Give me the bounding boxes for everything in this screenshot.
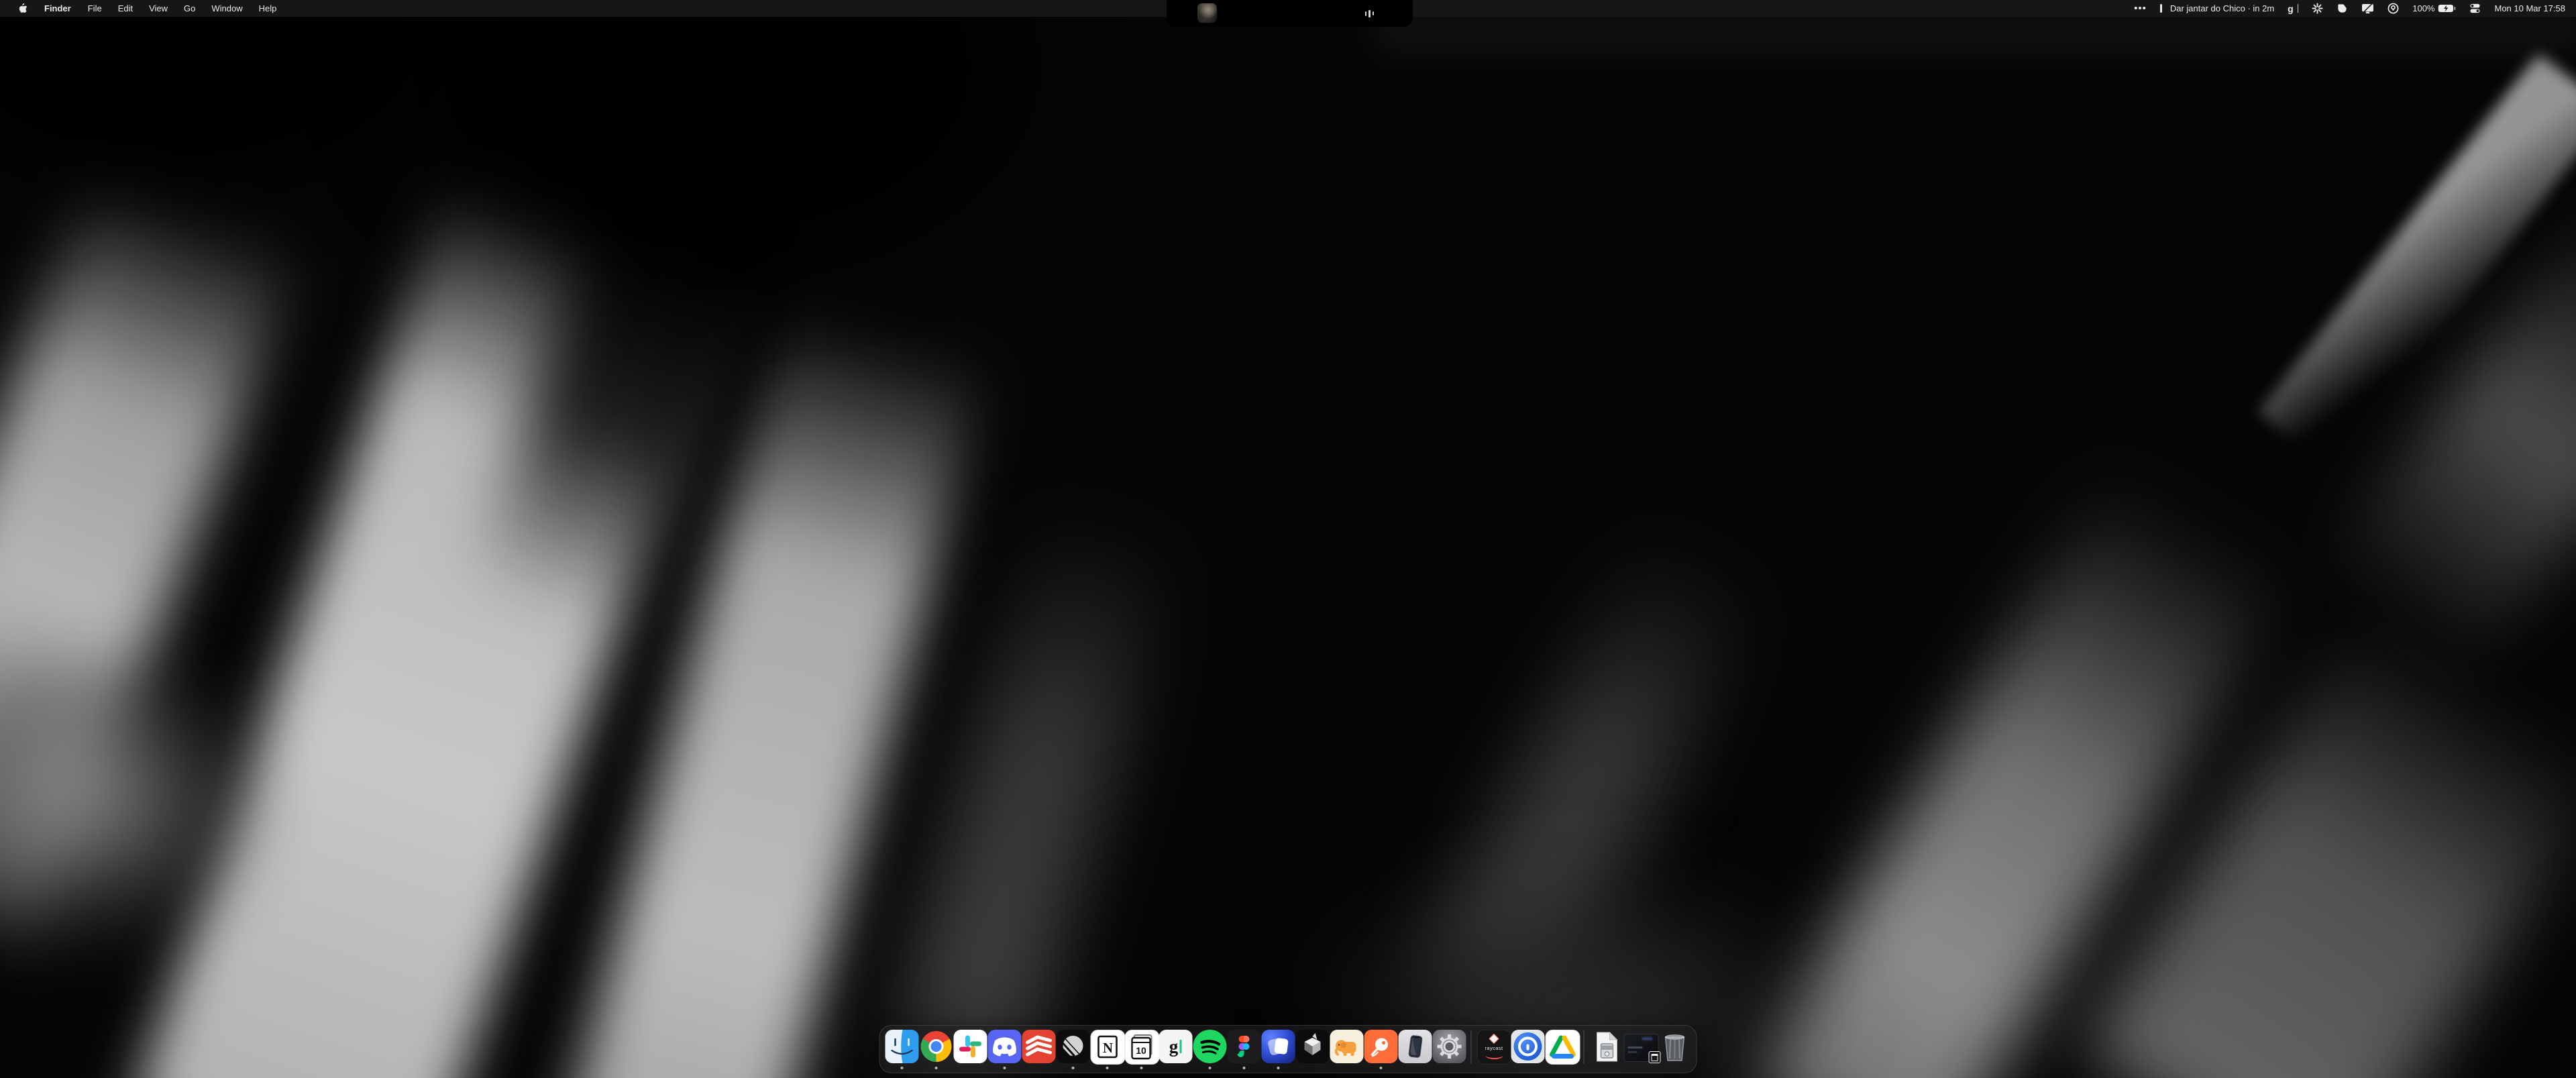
dock-item-1password[interactable] (1511, 1030, 1545, 1069)
reminder-status[interactable]: Dar jantar do Chico · in 2m (2153, 0, 2281, 17)
menu-view[interactable]: View (141, 0, 176, 17)
notion-icon: N (1090, 1030, 1124, 1063)
spotify-icon (1193, 1030, 1226, 1063)
menu-bar-left: Finder File Edit View Go Window Help (0, 0, 284, 17)
dock-item-postman[interactable] (1364, 1030, 1398, 1069)
dock-item-notion-calendar[interactable]: 10 (1124, 1030, 1159, 1069)
menu-bar-status-area: ••• Dar jantar do Chico · in 2m g (2127, 0, 2576, 17)
running-indicator-dot (1242, 1067, 1245, 1069)
dock-item-spotify[interactable] (1193, 1030, 1227, 1069)
running-indicator-dot (1277, 1067, 1279, 1069)
trash-icon (1658, 1030, 1691, 1063)
dock-separator (1471, 1030, 1472, 1064)
dock-item-chrome[interactable] (919, 1030, 953, 1069)
spline-icon (1295, 1030, 1329, 1063)
dock-separator (1584, 1030, 1585, 1064)
google-drive-icon (1545, 1030, 1578, 1063)
asterisk-icon[interactable] (2305, 0, 2330, 17)
album-art-thumbnail (1197, 3, 1217, 23)
battery-percent: 100% (2412, 3, 2434, 13)
wallpaper-blob (0, 664, 275, 959)
dock-item-grammarly[interactable]: g (1159, 1030, 1193, 1069)
menu-window[interactable]: Window (203, 0, 250, 17)
apple-icon[interactable] (9, 0, 36, 17)
notion-calendar-icon: 10 (1124, 1030, 1158, 1063)
dock: N 10 g (879, 1025, 1697, 1073)
dock-item-trash[interactable] (1658, 1030, 1692, 1069)
menu-help[interactable]: Help (251, 0, 285, 17)
minimized-window-icon (1623, 1030, 1657, 1063)
dock-item-elephas[interactable] (1330, 1030, 1364, 1069)
running-indicator-dot (1071, 1067, 1074, 1069)
svg-text:N: N (1102, 1040, 1112, 1056)
linear-icon (1056, 1030, 1089, 1063)
figma-icon (1227, 1030, 1260, 1063)
notch-media-module[interactable] (1167, 0, 1413, 27)
display-mirroring-icon[interactable] (2355, 0, 2381, 17)
running-indicator-dot (1140, 1067, 1142, 1069)
running-indicator-dot (934, 1067, 937, 1069)
dock-item-todoist[interactable] (1022, 1030, 1056, 1069)
todoist-icon (1022, 1030, 1055, 1063)
dock-item-slack[interactable] (953, 1030, 987, 1069)
postman-icon (1364, 1030, 1397, 1063)
running-indicator-dot (900, 1067, 903, 1069)
overflow-ellipsis-icon[interactable]: ••• (2127, 0, 2153, 17)
running-indicator-dot (1003, 1067, 1006, 1069)
dock-item-system-settings[interactable] (1432, 1030, 1466, 1069)
grammarly-icon: g (1159, 1030, 1192, 1063)
dock-item-linear[interactable] (1056, 1030, 1090, 1069)
pointer-shape-icon[interactable] (2330, 0, 2355, 17)
battery-status[interactable]: 100% (2406, 0, 2463, 17)
raycast-icon: raycast (1477, 1030, 1510, 1063)
elephas-icon (1330, 1030, 1363, 1063)
menu-go[interactable]: Go (176, 0, 203, 17)
running-indicator-dot (1379, 1067, 1382, 1069)
1password-icon[interactable] (2381, 0, 2406, 17)
grammarly-icon[interactable]: g (2281, 0, 2305, 17)
dock-item-notion[interactable]: N (1090, 1030, 1124, 1069)
control-center-icon[interactable] (2463, 0, 2487, 17)
dock-item-craft[interactable] (1261, 1030, 1295, 1069)
dock-item-minimized-window[interactable] (1623, 1030, 1658, 1069)
craft-icon (1261, 1030, 1295, 1063)
wallpaper-glow (1375, 16, 2576, 64)
1password-icon (1511, 1030, 1544, 1063)
slack-icon (953, 1030, 987, 1063)
dock-item-finder[interactable] (885, 1030, 919, 1069)
chrome-icon (919, 1030, 953, 1063)
reminder-text: Dar jantar do Chico · in 2m (2170, 3, 2274, 13)
svg-text:10: 10 (1136, 1045, 1146, 1056)
menu-finder[interactable]: Finder (36, 0, 80, 17)
menu-file[interactable]: File (80, 0, 110, 17)
dock-item-google-drive[interactable] (1545, 1030, 1579, 1069)
running-indicator-dot (1208, 1067, 1211, 1069)
desktop-wallpaper (0, 0, 2576, 1078)
dock-item-iphone-mirroring[interactable] (1398, 1030, 1432, 1069)
battery-icon (2438, 4, 2456, 13)
dock-item-disk-image-file[interactable] (1589, 1030, 1623, 1069)
finder-icon (885, 1030, 918, 1063)
iphone-mirroring-icon (1398, 1030, 1432, 1063)
disk-image-file-icon (1589, 1030, 1623, 1063)
menu-bar-clock[interactable]: Mon 10 Mar 17:58 (2487, 0, 2567, 17)
menu-edit[interactable]: Edit (110, 0, 141, 17)
reminder-indicator-bar (2160, 4, 2162, 13)
audio-visualizer-bars (1365, 0, 1375, 27)
running-indicator-dot (1106, 1067, 1108, 1069)
dock-item-raycast[interactable]: raycast (1477, 1030, 1511, 1069)
discord-icon (987, 1030, 1021, 1063)
dock-item-discord[interactable] (987, 1030, 1022, 1069)
dock-item-spline[interactable] (1295, 1030, 1330, 1069)
system-settings-icon (1432, 1030, 1466, 1063)
dock-item-figma[interactable] (1227, 1030, 1261, 1069)
